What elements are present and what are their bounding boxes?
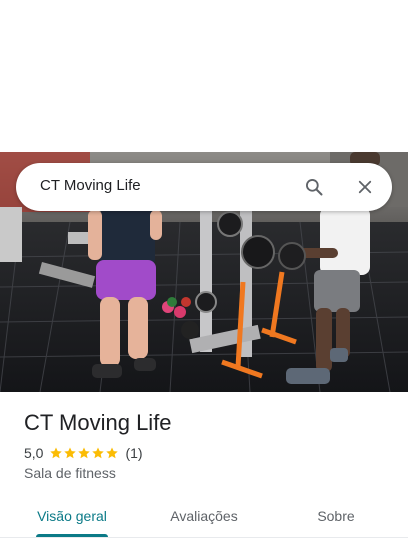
place-title: CT Moving Life [24, 410, 172, 435]
star-icon [50, 447, 63, 459]
search-icon[interactable] [302, 175, 326, 199]
tab-overview[interactable]: Visão geral [24, 494, 120, 538]
star-icon [78, 447, 91, 459]
tab-about[interactable]: Sobre [296, 494, 376, 538]
tab-bar: Visão geral Avaliações Sobre [0, 494, 408, 538]
rating-row[interactable]: 5,0 (1) [24, 444, 143, 462]
rating-value: 5,0 [24, 445, 44, 461]
search-bar[interactable]: CT Moving Life [16, 163, 392, 211]
tab-reviews[interactable]: Avaliações [156, 494, 252, 538]
place-category[interactable]: Sala de fitness [24, 465, 116, 481]
star-rating [49, 446, 119, 460]
close-icon[interactable] [353, 175, 377, 199]
map-area[interactable] [0, 0, 408, 152]
review-count[interactable]: (1) [125, 445, 142, 461]
star-icon [64, 447, 77, 459]
star-icon [92, 447, 105, 459]
star-icon [106, 447, 119, 459]
search-input[interactable]: CT Moving Life [40, 177, 141, 194]
tabs-divider [0, 537, 408, 538]
